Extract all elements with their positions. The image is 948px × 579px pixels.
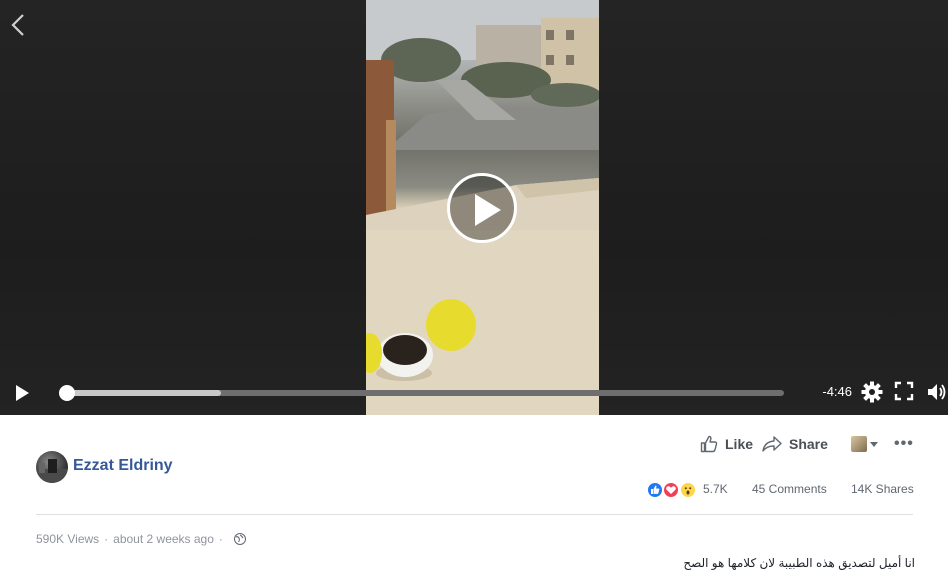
post-timestamp[interactable]: about 2 weeks ago bbox=[113, 532, 214, 546]
volume-button[interactable] bbox=[926, 381, 948, 403]
post-info-panel: Ezzat Eldriny Like Share ••• 5.7K 45 Com… bbox=[0, 415, 948, 579]
separator: · bbox=[104, 532, 109, 546]
fullscreen-button[interactable] bbox=[894, 381, 916, 403]
separator: · bbox=[218, 532, 223, 546]
time-remaining: -4:46 bbox=[822, 384, 852, 399]
share-arrow-icon bbox=[762, 436, 782, 452]
globe-icon[interactable] bbox=[233, 533, 246, 545]
more-options-button[interactable]: ••• bbox=[894, 435, 914, 453]
shares-count[interactable]: 14K Shares bbox=[851, 482, 914, 496]
big-play-button[interactable] bbox=[447, 173, 517, 243]
thumbs-up-icon bbox=[700, 435, 718, 453]
wow-reaction-icon bbox=[679, 481, 697, 499]
actor-selector-avatar[interactable] bbox=[851, 436, 867, 452]
fullscreen-icon bbox=[894, 381, 914, 401]
divider bbox=[36, 514, 913, 515]
avatar-photo bbox=[36, 459, 68, 483]
play-icon[interactable] bbox=[14, 384, 32, 402]
post-meta: 590K Views · about 2 weeks ago · bbox=[36, 532, 246, 546]
chevron-down-icon[interactable] bbox=[870, 442, 878, 447]
volume-icon bbox=[928, 384, 946, 400]
author-avatar[interactable] bbox=[36, 451, 68, 483]
reaction-icons[interactable] bbox=[646, 481, 700, 499]
progress-bar[interactable] bbox=[59, 385, 784, 401]
video-player[interactable]: -4:46 bbox=[0, 0, 948, 415]
love-reaction-icon bbox=[662, 481, 680, 499]
view-count: 590K Views bbox=[36, 532, 100, 546]
progress-knob[interactable] bbox=[59, 385, 75, 401]
comments-count[interactable]: 45 Comments bbox=[752, 482, 827, 496]
author-name[interactable]: Ezzat Eldriny bbox=[73, 457, 173, 475]
settings-button[interactable] bbox=[861, 381, 883, 403]
like-button[interactable]: Like bbox=[700, 435, 753, 453]
share-button[interactable]: Share bbox=[762, 435, 828, 453]
chevron-left-icon bbox=[11, 14, 24, 36]
reaction-count[interactable]: 5.7K bbox=[703, 482, 728, 496]
buffered-bar bbox=[67, 390, 222, 396]
gear-icon bbox=[861, 381, 883, 403]
back-button[interactable] bbox=[8, 12, 30, 38]
like-label: Like bbox=[725, 436, 754, 452]
video-controls: -4:46 bbox=[0, 368, 948, 415]
post-caption: انا أميل لتصديق هذه الطبيبة لان كلامها ه… bbox=[683, 556, 915, 570]
share-label: Share bbox=[789, 436, 828, 452]
